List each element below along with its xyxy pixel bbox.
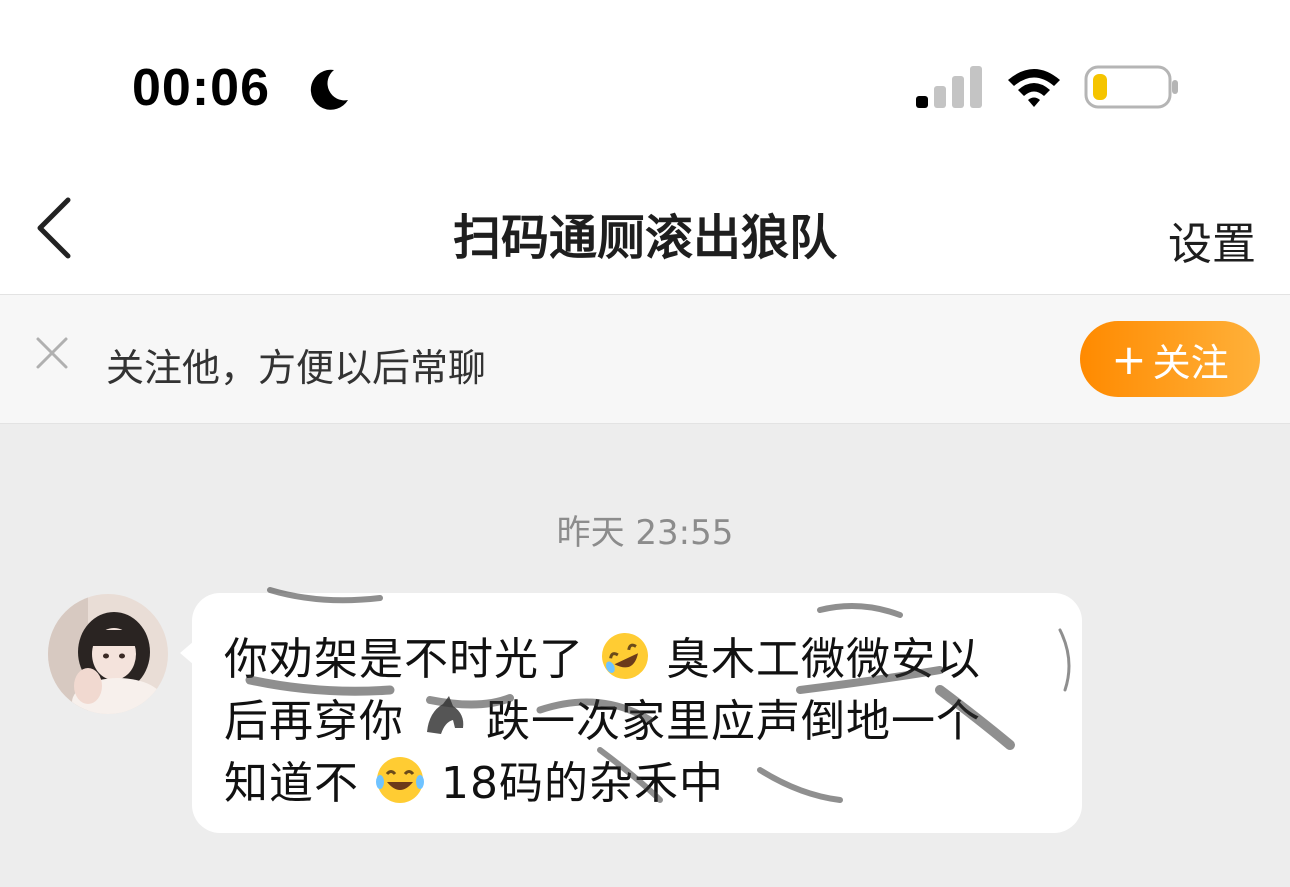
avatar[interactable] [48,594,168,714]
crying-laughing-emoji-icon [376,757,424,803]
message-text: 跌一次家里应声倒地一个 [486,696,981,747]
nav-bar: 扫码通厕滚出狼队 设置 [0,150,1290,295]
message-bubble[interactable]: 你劝架是不时光了 臭木工微微安以 后再穿你 跌一次家里应声倒地一个 知道不 18… [180,593,1082,833]
status-time: 00:06 [132,59,270,117]
chat-timestamp: 昨天 23:55 [556,513,734,553]
avatar-image [48,594,168,714]
rolling-laughing-emoji-icon [602,633,648,679]
message-text: 后再穿你 [224,696,404,747]
horse-emoji-icon [427,696,464,734]
cellular-signal-icon [916,66,982,108]
moon-icon [310,69,348,110]
message-text: 18码的杂禾中 [441,758,724,809]
follow-button-label: 关注 [1152,340,1229,385]
page-title: 扫码通厕滚出狼队 [452,210,837,266]
message-line: 知道不 18码的杂禾中 [224,747,724,811]
status-bar: 00:06 [0,0,1290,150]
message-line: 后再穿你 跌一次家里应声倒地一个 [224,685,981,749]
close-icon[interactable] [34,335,70,371]
message-text: 臭木工微微安以 [666,634,981,685]
follow-button[interactable]: + 关注 [1080,321,1260,397]
follow-banner: 关注他，方便以后常聊 + 关注 [0,295,1290,424]
wifi-icon [1008,69,1060,107]
follow-prompt-text: 关注他，方便以后常聊 [106,346,487,390]
settings-button[interactable]: 设置 [1168,208,1256,272]
message-text: 知道不 [224,758,359,809]
message-text: 你劝架是不时光了 [224,634,584,685]
plus-icon: + [1111,334,1147,384]
battery-icon [1084,65,1178,109]
message-line: 你劝架是不时光了 臭木工微微安以 [224,623,981,687]
